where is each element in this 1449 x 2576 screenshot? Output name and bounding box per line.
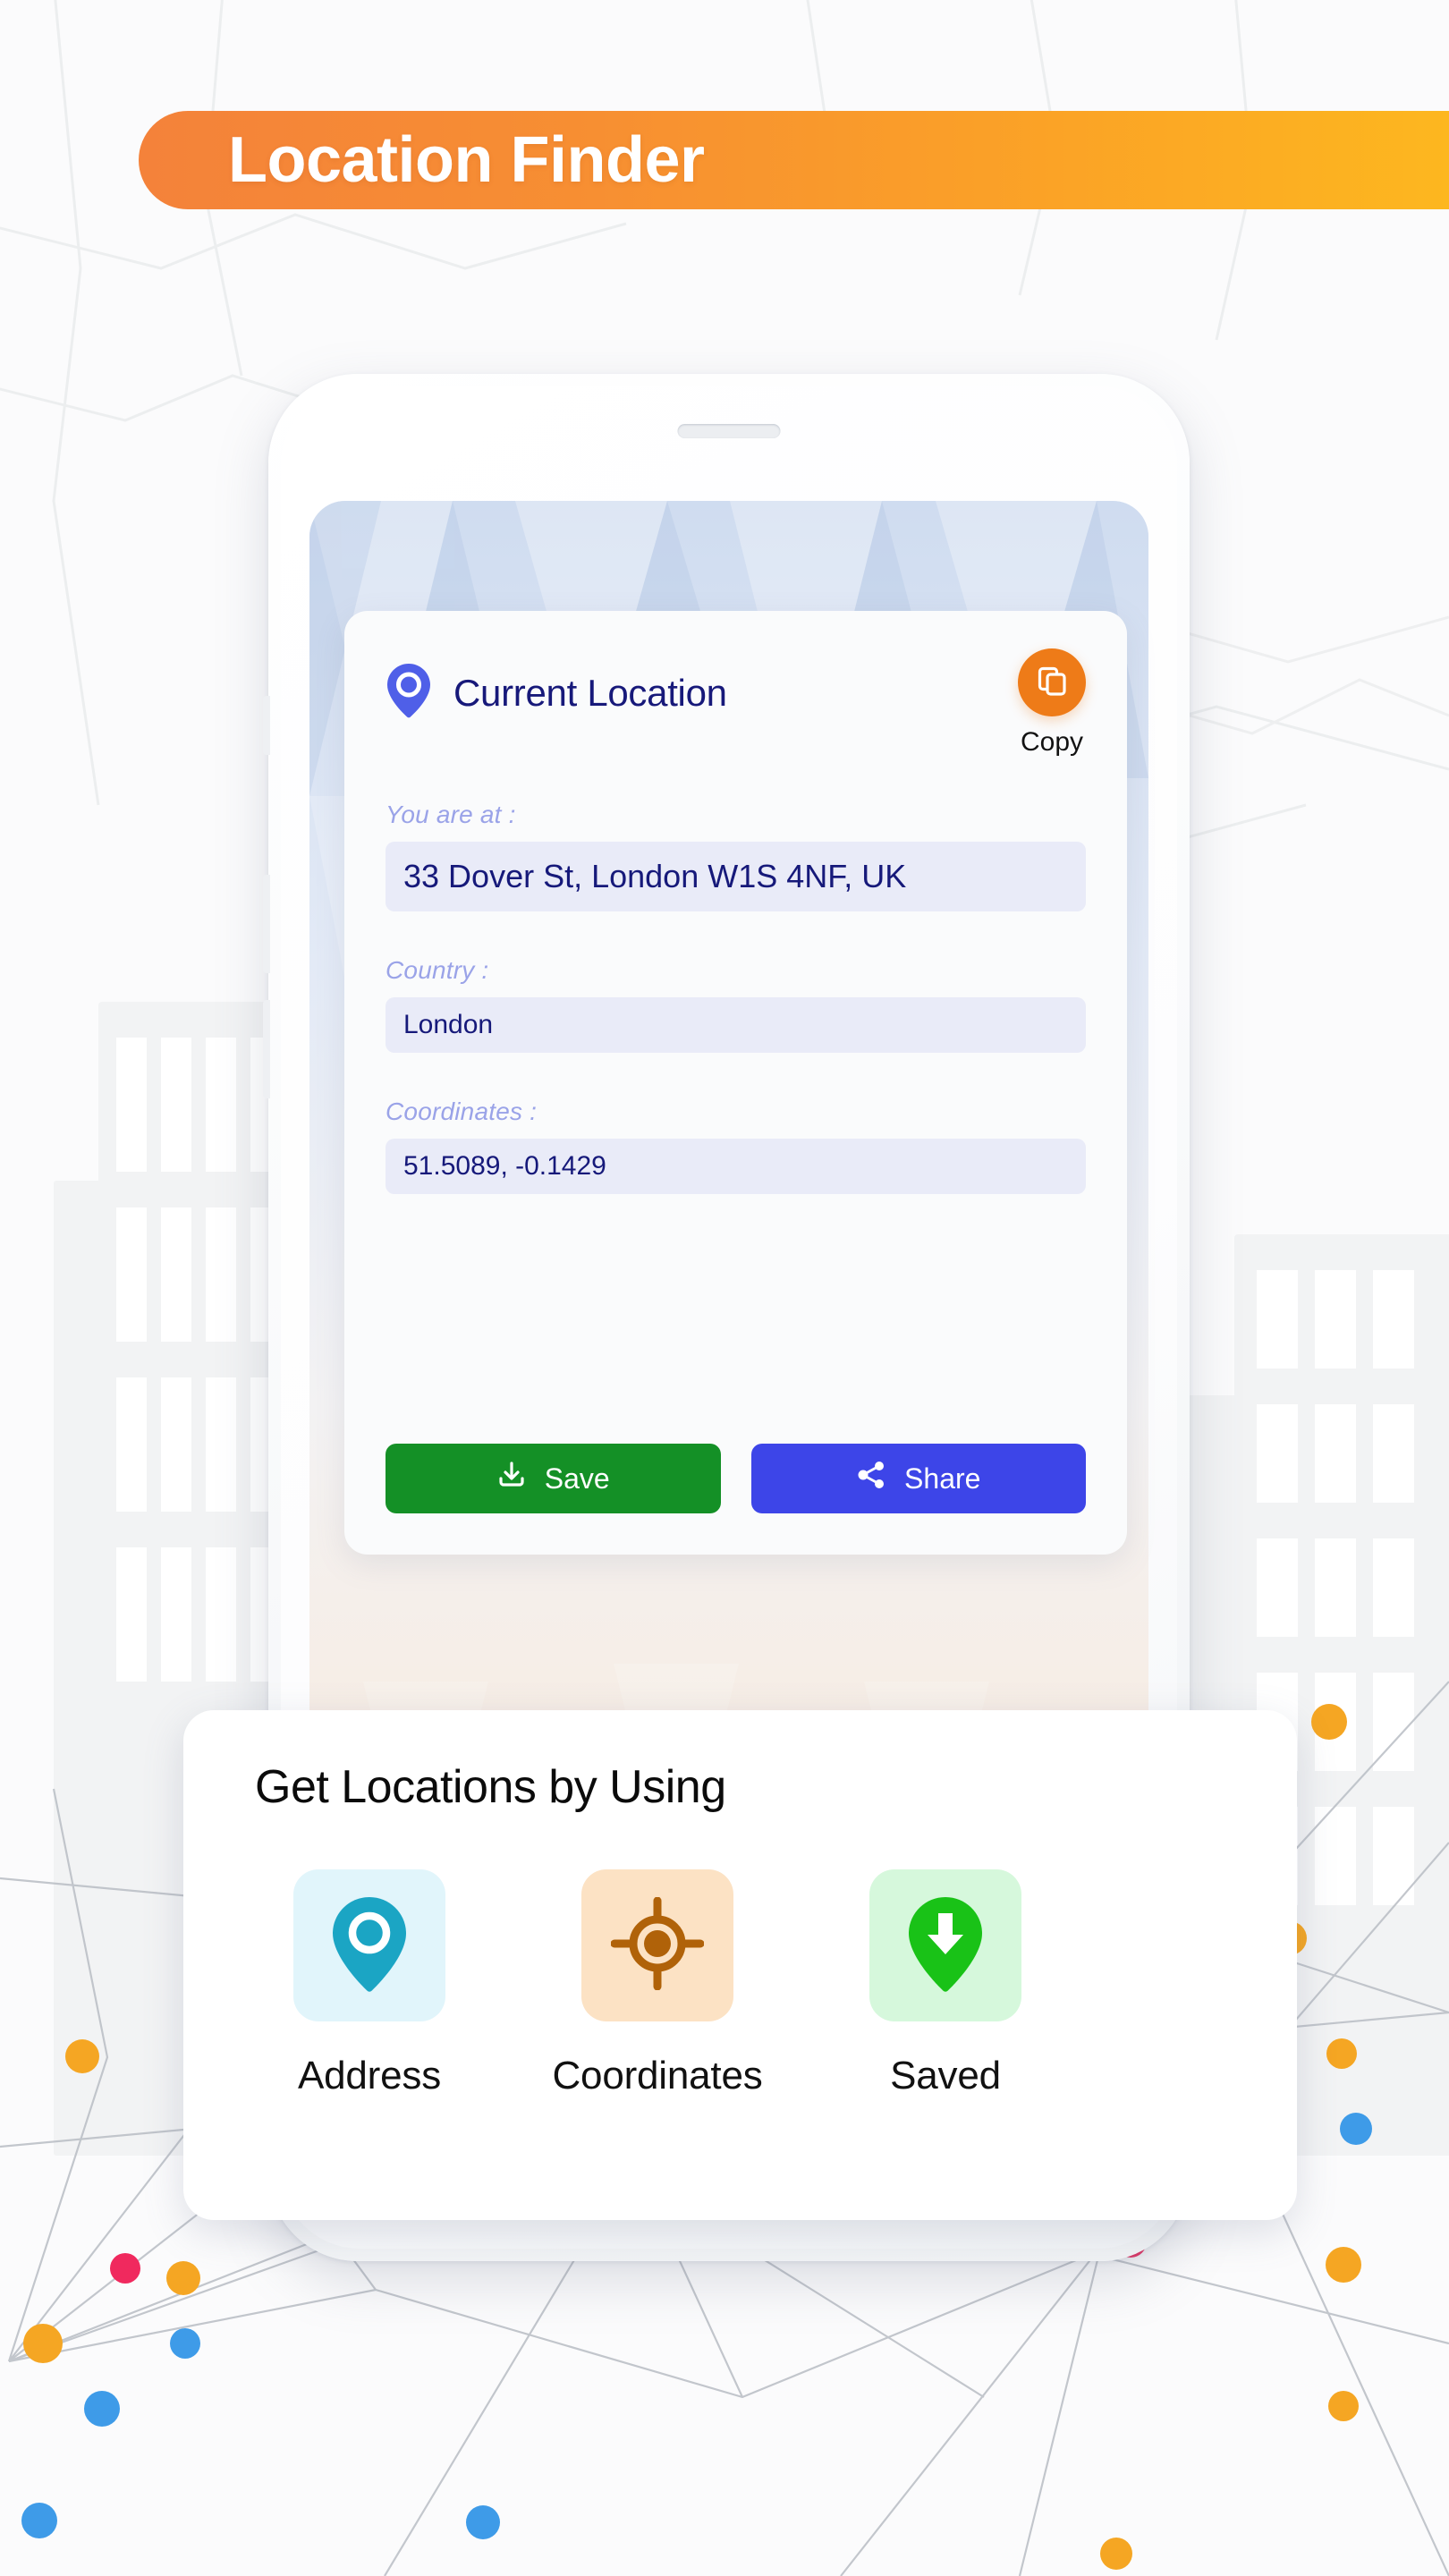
address-input[interactable]: 33 Dover St, London W1S 4NF, UK xyxy=(386,842,1086,911)
card-header: Current Location Copy xyxy=(386,648,1086,758)
copy-label: Copy xyxy=(1020,727,1084,757)
map-pin-icon xyxy=(386,663,432,723)
method-coordinates-tile[interactable] xyxy=(581,1869,733,2021)
copy-button[interactable] xyxy=(1018,648,1086,716)
copy-action[interactable]: Copy xyxy=(1018,648,1086,758)
country-value: London xyxy=(403,1010,494,1039)
pin-download-icon xyxy=(904,1895,987,1996)
method-saved-tile[interactable] xyxy=(869,1869,1021,2021)
copy-icon xyxy=(1035,664,1069,702)
field-country: Country : London xyxy=(386,956,1086,1053)
current-location-card: Current Location Copy You are at : 33 Do… xyxy=(344,611,1127,1555)
share-label: Share xyxy=(904,1462,981,1495)
method-address-tile[interactable] xyxy=(293,1869,445,2021)
download-icon xyxy=(496,1460,527,1497)
map-pin-icon xyxy=(328,1895,411,1996)
phone-volume-up-button xyxy=(263,875,270,973)
share-button[interactable]: Share xyxy=(750,1444,1086,1513)
country-input[interactable]: London xyxy=(386,997,1086,1053)
page-title: Location Finder xyxy=(228,124,705,196)
save-label: Save xyxy=(544,1462,610,1495)
field-address: You are at : 33 Dover St, London W1S 4NF… xyxy=(386,801,1086,911)
phone-volume-down-button xyxy=(263,1000,270,1098)
crosshair-icon xyxy=(610,1896,705,1995)
coordinates-value: 51.5089, -0.1429 xyxy=(403,1151,606,1181)
method-saved-label: Saved xyxy=(890,2054,1001,2097)
phone-earpiece-speaker xyxy=(677,424,781,438)
field-country-label: Country : xyxy=(386,956,489,984)
method-address[interactable]: Address xyxy=(262,1869,477,2098)
get-locations-card: Get Locations by Using Address Coordinat… xyxy=(183,1710,1297,2220)
address-value: 33 Dover St, London W1S 4NF, UK xyxy=(403,858,907,894)
coordinates-input[interactable]: 51.5089, -0.1429 xyxy=(386,1139,1086,1194)
methods-title: Get Locations by Using xyxy=(255,1761,726,1813)
field-coordinates: Coordinates : 51.5089, -0.1429 xyxy=(386,1097,1086,1194)
methods-row: Address Coordinates Saved xyxy=(255,1869,1225,2098)
field-address-label: You are at : xyxy=(386,801,516,828)
card-title-group: Current Location xyxy=(386,663,727,723)
card-actions: Save Share xyxy=(386,1444,1086,1513)
phone-side-button xyxy=(263,696,270,755)
share-icon xyxy=(856,1460,886,1497)
card-title: Current Location xyxy=(453,671,727,714)
method-coordinates-label: Coordinates xyxy=(552,2054,763,2097)
header-banner: Location Finder xyxy=(139,111,1449,209)
field-coordinates-label: Coordinates : xyxy=(386,1097,538,1125)
method-address-label: Address xyxy=(297,2054,441,2097)
save-button[interactable]: Save xyxy=(386,1444,721,1513)
method-saved[interactable]: Saved xyxy=(838,1869,1053,2098)
method-coordinates[interactable]: Coordinates xyxy=(550,1869,765,2098)
